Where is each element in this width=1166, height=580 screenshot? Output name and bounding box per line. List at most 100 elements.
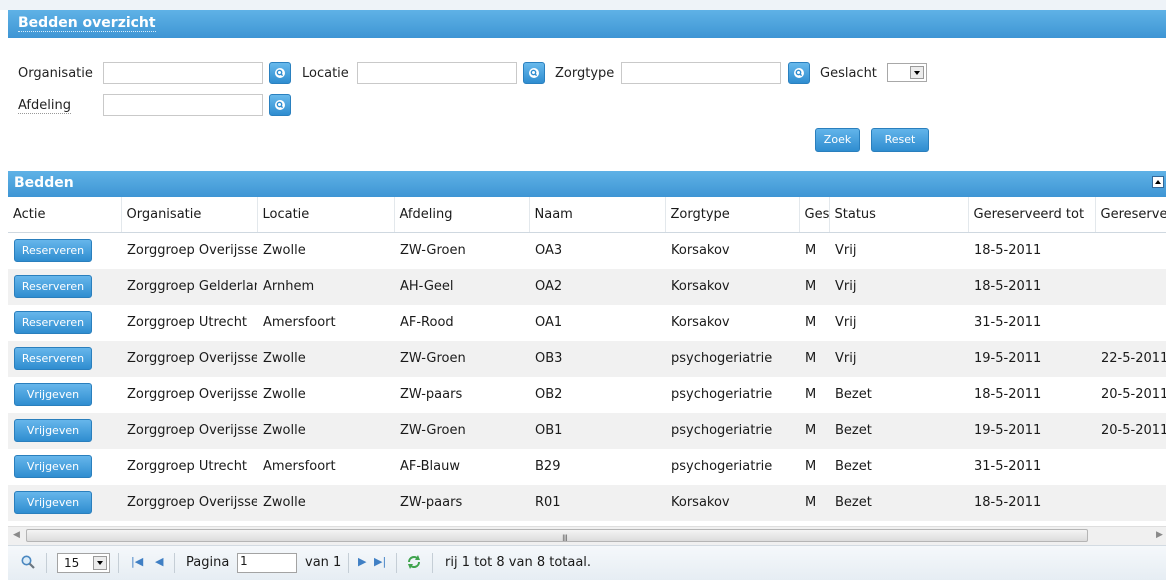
cell-status: Vrij — [829, 340, 968, 377]
table-header-row: Actie Organisatie Locatie Afdeling Naam … — [8, 197, 1166, 233]
page-title: Bedden overzicht — [18, 15, 156, 32]
page-number-input[interactable]: 1 — [237, 553, 297, 573]
reserveren-button[interactable]: Reserveren — [14, 239, 92, 263]
column-header-gereserveerd-van[interactable]: Gereserveerd van — [1095, 197, 1166, 233]
reserveren-button[interactable]: Reserveren — [14, 275, 92, 298]
organisatie-label: Organisatie — [18, 66, 93, 81]
cell-gereserveerd-van — [1095, 448, 1166, 485]
cell-locatie: Zwolle — [257, 376, 394, 413]
afdeling-label: Afdeling — [18, 98, 71, 114]
cell-geslacht: M — [799, 448, 829, 485]
zorgtype-field[interactable] — [621, 62, 781, 84]
magnifier-icon[interactable] — [20, 554, 36, 570]
zorgtype-search-button[interactable] — [788, 62, 810, 84]
chevron-down-icon[interactable] — [93, 556, 107, 570]
cell-zorgtype: Korsakov — [665, 268, 799, 305]
cell-gereserveerd-van: 20-5-2011 — [1095, 376, 1166, 413]
pager-separator — [396, 553, 397, 573]
cell-afdeling: AF-Blauw — [394, 448, 529, 485]
organisatie-field[interactable] — [103, 62, 263, 84]
cell-actie: Vrijgeven — [8, 412, 121, 449]
geslacht-select[interactable] — [887, 63, 927, 82]
cell-organisatie: Zorggroep Overijssel — [121, 412, 257, 449]
vrijgeven-button[interactable]: Vrijgeven — [14, 455, 92, 478]
cell-naam: R01 — [529, 484, 665, 521]
cell-status: Vrij — [829, 232, 968, 269]
cell-gereserveerd-tot: 18-5-2011 — [968, 232, 1095, 269]
cell-geslacht: M — [799, 376, 829, 413]
collapse-icon[interactable] — [1152, 176, 1164, 188]
locatie-field[interactable] — [357, 62, 517, 84]
table-row: Reserveren Zorggroep Overijssel Zwolle ZW-G… — [8, 232, 1166, 269]
column-header-gereserveerd-tot[interactable]: Gereserveerd tot — [968, 197, 1096, 233]
cell-organisatie: Zorggroep Overijssel — [121, 340, 257, 377]
reserveren-button[interactable]: Reserveren — [14, 311, 92, 334]
pager-separator — [432, 553, 433, 573]
zorgtype-label: Zorgtype — [555, 66, 615, 81]
cell-afdeling: AH-Geel — [394, 268, 529, 305]
pager-separator — [46, 553, 47, 573]
cell-zorgtype: Korsakov — [665, 484, 799, 521]
column-header-geslacht[interactable]: Geslacht — [799, 197, 830, 233]
cell-organisatie: Zorggroep Utrecht — [121, 304, 257, 341]
locatie-search-button[interactable] — [523, 62, 545, 84]
cell-afdeling: ZW-paars — [394, 376, 529, 413]
zoek-button[interactable]: Zoek — [815, 128, 860, 152]
column-header-naam[interactable]: Naam — [529, 197, 666, 233]
reset-button[interactable]: Reset — [871, 128, 929, 152]
vrijgeven-button[interactable]: Vrijgeven — [14, 383, 92, 406]
cell-actie: Reserveren — [8, 268, 121, 305]
cell-gereserveerd-van — [1095, 268, 1166, 305]
organisatie-search-button[interactable] — [269, 62, 291, 84]
cell-geslacht: M — [799, 340, 829, 377]
table-row: Vrijgeven Zorggroep Utrecht Amersfoort AF-B… — [8, 448, 1166, 485]
cell-status: Bezet — [829, 448, 968, 485]
scroll-left-icon[interactable]: ◀ — [13, 530, 20, 540]
afdeling-search-button[interactable] — [269, 94, 291, 116]
horizontal-scrollbar[interactable]: ◀ III ▶ — [8, 526, 1166, 545]
next-page-icon[interactable]: ▶ — [358, 555, 366, 568]
table-row: Vrijgeven Zorggroep Overijssel Zwolle ZW-Gr… — [8, 412, 1166, 449]
chevron-down-icon[interactable] — [910, 66, 924, 79]
cell-afdeling: ZW-Groen — [394, 340, 529, 377]
cell-gereserveerd-van: 20-5-2011 — [1095, 412, 1166, 449]
cell-actie: Reserveren — [8, 340, 121, 377]
cell-organisatie: Zorggroep Gelderland — [121, 268, 257, 305]
column-header-afdeling[interactable]: Afdeling — [394, 197, 530, 233]
cell-zorgtype: Korsakov — [665, 304, 799, 341]
vrijgeven-button[interactable]: Vrijgeven — [14, 419, 92, 442]
vrijgeven-button[interactable]: Vrijgeven — [14, 491, 92, 514]
cell-organisatie: Zorggroep Overijssel — [121, 232, 257, 269]
cell-gereserveerd-van — [1095, 304, 1166, 341]
reserveren-button[interactable]: Reserveren — [14, 347, 92, 370]
previous-page-icon[interactable]: ◀ — [155, 555, 163, 568]
cell-zorgtype: psychogeriatrie — [665, 376, 799, 413]
first-page-icon[interactable]: |◀ — [131, 555, 143, 568]
column-header-organisatie[interactable]: Organisatie — [121, 197, 258, 233]
afdeling-field[interactable] — [103, 94, 263, 116]
page-title-bar: Bedden overzicht — [8, 10, 1166, 38]
column-header-zorgtype[interactable]: Zorgtype — [665, 197, 800, 233]
pager-separator — [348, 553, 349, 573]
cell-locatie: Zwolle — [257, 340, 394, 377]
column-header-locatie[interactable]: Locatie — [257, 197, 395, 233]
cell-geslacht: M — [799, 268, 829, 305]
top-band — [0, 0, 1166, 10]
refresh-icon[interactable] — [406, 554, 422, 570]
scrollbar-grip: III — [562, 534, 568, 544]
page-size-select[interactable]: 15 — [57, 553, 110, 573]
scrollbar-thumb[interactable]: III — [26, 529, 1088, 544]
last-page-icon[interactable]: ▶| — [374, 555, 386, 568]
cell-organisatie: Zorggroep Utrecht — [121, 448, 257, 485]
cell-actie: Reserveren — [8, 304, 121, 341]
cell-naam: OA2 — [529, 268, 665, 305]
cell-naam: OA3 — [529, 232, 665, 269]
column-header-actie[interactable]: Actie — [8, 197, 122, 233]
cell-geslacht: M — [799, 412, 829, 449]
table-row: Reserveren Zorggroep Gelderland Arnhem AH-G… — [8, 268, 1166, 305]
cell-naam: OB3 — [529, 340, 665, 377]
column-header-status[interactable]: Status — [829, 197, 969, 233]
cell-zorgtype: psychogeriatrie — [665, 412, 799, 449]
cell-locatie: Amersfoort — [257, 448, 394, 485]
scroll-right-icon[interactable]: ▶ — [1156, 530, 1163, 540]
